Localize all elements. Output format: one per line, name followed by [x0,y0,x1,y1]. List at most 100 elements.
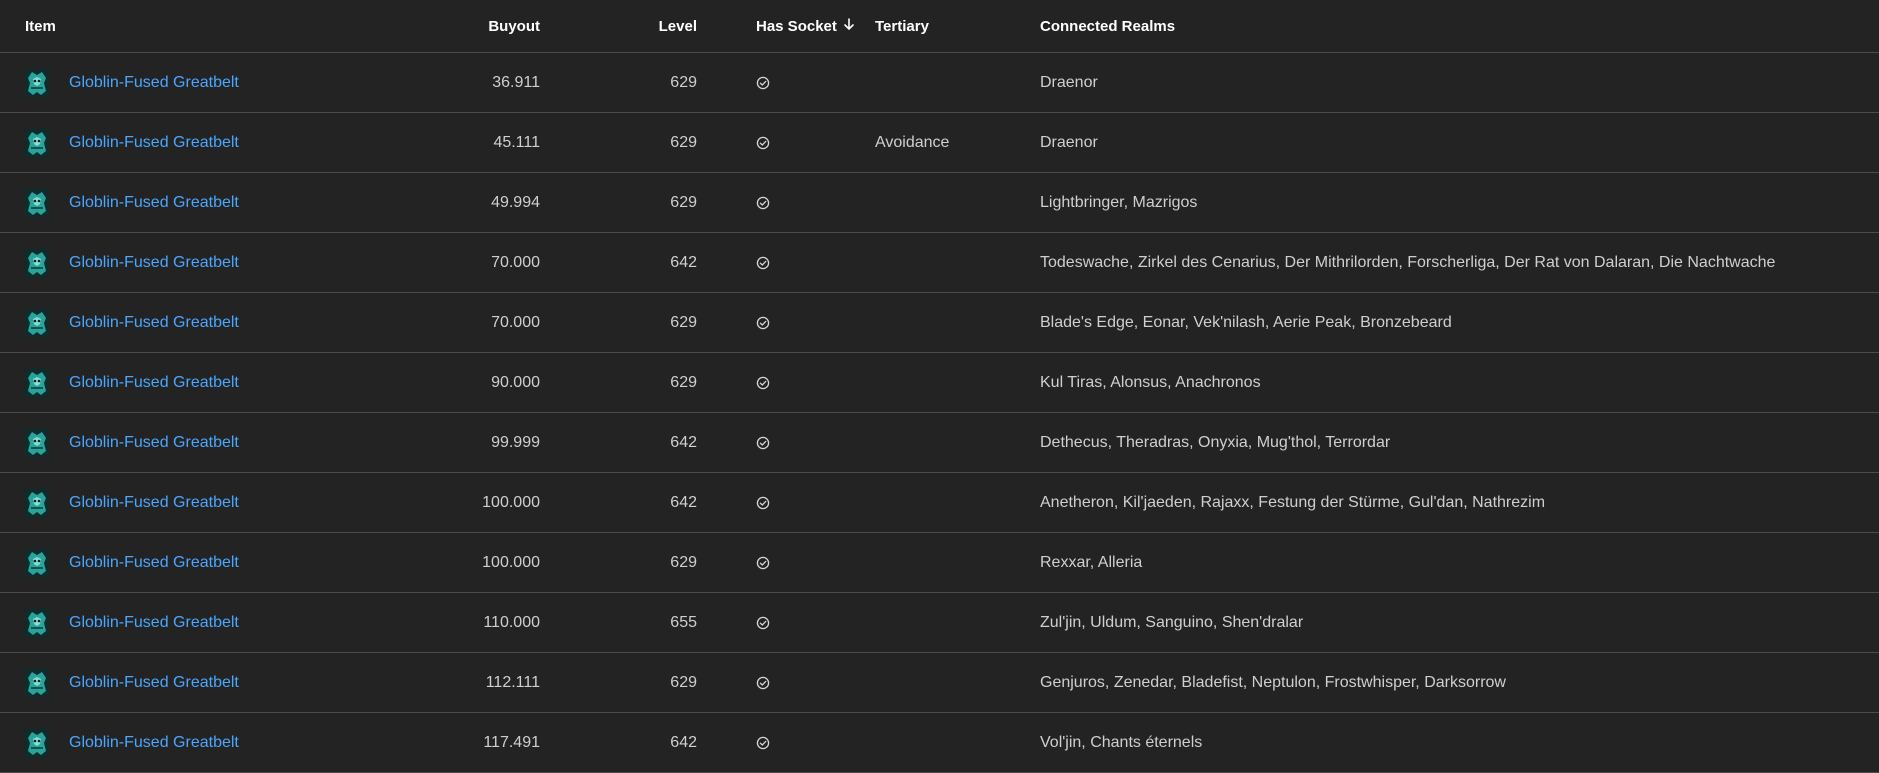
column-header-has-socket[interactable]: Has Socket [697,18,875,35]
has-socket-cell [697,496,875,510]
auction-table: Item Buyout Level Has Socket Tertiary Co… [0,0,1879,773]
check-circle-icon [756,736,770,750]
table-row[interactable]: Globlin-Fused Greatbelt 90.000 629 Kul T… [0,353,1879,413]
level-cell: 642 [670,253,697,271]
item-name-link[interactable]: Globlin-Fused Greatbelt [69,614,239,632]
column-header-item-label[interactable]: Item [25,18,56,35]
item-name-link[interactable]: Globlin-Fused Greatbelt [69,374,239,392]
column-header-connected-realms-label[interactable]: Connected Realms [1040,18,1175,35]
item-cell: Globlin-Fused Greatbelt [0,668,310,697]
has-socket-cell [697,436,875,450]
table-row[interactable]: Globlin-Fused Greatbelt 70.000 642 Todes… [0,233,1879,293]
buyout-cell: 36.911 [492,73,540,91]
connected-realms-cell: Zul'jin, Uldum, Sanguino, Shen'dralar [1040,613,1304,631]
column-header-has-socket-label[interactable]: Has Socket [756,18,837,35]
table-row[interactable]: Globlin-Fused Greatbelt 45.111 629 Avoid… [0,113,1879,173]
table-row[interactable]: Globlin-Fused Greatbelt 110.000 655 Zul'… [0,593,1879,653]
column-header-tertiary[interactable]: Tertiary [875,18,1040,35]
item-name-link[interactable]: Globlin-Fused Greatbelt [69,194,239,212]
table-row[interactable]: Globlin-Fused Greatbelt 70.000 629 Blade… [0,293,1879,353]
item-cell: Globlin-Fused Greatbelt [0,188,310,217]
item-name-link[interactable]: Globlin-Fused Greatbelt [69,134,239,152]
buyout-cell: 110.000 [483,613,540,631]
item-icon[interactable] [25,728,49,757]
connected-realms-cell: Blade's Edge, Eonar, Vek'nilash, Aerie P… [1040,313,1452,331]
connected-realms-cell: Genjuros, Zenedar, Bladefist, Neptulon, … [1040,673,1506,691]
item-cell: Globlin-Fused Greatbelt [0,488,310,517]
tertiary-cell: Avoidance [875,133,950,151]
column-header-level-label[interactable]: Level [659,18,697,35]
level-cell: 642 [670,433,697,451]
level-cell: 629 [670,373,697,391]
table-row[interactable]: Globlin-Fused Greatbelt 112.111 629 Genj… [0,653,1879,713]
connected-realms-cell: Anetheron, Kil'jaeden, Rajaxx, Festung d… [1040,493,1546,511]
connected-realms-cell: Draenor [1040,73,1098,91]
connected-realms-cell: Rexxar, Alleria [1040,553,1143,571]
item-icon[interactable] [25,488,49,517]
has-socket-cell [697,376,875,390]
item-name-link[interactable]: Globlin-Fused Greatbelt [69,554,239,572]
check-circle-icon [756,316,770,330]
item-cell: Globlin-Fused Greatbelt [0,368,310,397]
item-name-link[interactable]: Globlin-Fused Greatbelt [69,434,239,452]
connected-realms-cell: Draenor [1040,133,1098,151]
level-cell: 629 [670,313,697,331]
has-socket-cell [697,556,875,570]
check-circle-icon [756,76,770,90]
table-row[interactable]: Globlin-Fused Greatbelt 36.911 629 Draen… [0,53,1879,113]
table-header: Item Buyout Level Has Socket Tertiary Co… [0,0,1879,53]
item-icon[interactable] [25,248,49,277]
column-header-item[interactable]: Item [0,18,310,35]
has-socket-cell [697,136,875,150]
item-icon[interactable] [25,428,49,457]
table-row[interactable]: Globlin-Fused Greatbelt 117.491 642 Vol'… [0,713,1879,773]
item-name-link[interactable]: Globlin-Fused Greatbelt [69,254,239,272]
item-icon[interactable] [25,188,49,217]
item-icon[interactable] [25,128,49,157]
check-circle-icon [756,496,770,510]
column-header-tertiary-label[interactable]: Tertiary [875,18,929,35]
item-name-link[interactable]: Globlin-Fused Greatbelt [69,734,239,752]
item-icon[interactable] [25,68,49,97]
level-cell: 629 [670,133,697,151]
item-cell: Globlin-Fused Greatbelt [0,428,310,457]
item-name-link[interactable]: Globlin-Fused Greatbelt [69,494,239,512]
column-header-connected-realms[interactable]: Connected Realms [1040,18,1879,35]
item-cell: Globlin-Fused Greatbelt [0,248,310,277]
buyout-cell: 117.491 [483,733,540,751]
column-header-buyout-label[interactable]: Buyout [488,18,540,35]
has-socket-cell [697,676,875,690]
check-circle-icon [756,556,770,570]
item-icon[interactable] [25,548,49,577]
level-cell: 642 [670,493,697,511]
has-socket-cell [697,736,875,750]
arrow-down-icon[interactable] [843,17,855,35]
buyout-cell: 49.994 [491,193,540,211]
level-cell: 629 [670,553,697,571]
item-name-link[interactable]: Globlin-Fused Greatbelt [69,314,239,332]
item-icon[interactable] [25,308,49,337]
table-row[interactable]: Globlin-Fused Greatbelt 100.000 642 Anet… [0,473,1879,533]
item-icon[interactable] [25,368,49,397]
check-circle-icon [756,436,770,450]
item-icon[interactable] [25,668,49,697]
item-cell: Globlin-Fused Greatbelt [0,308,310,337]
item-cell: Globlin-Fused Greatbelt [0,548,310,577]
item-name-link[interactable]: Globlin-Fused Greatbelt [69,674,239,692]
item-cell: Globlin-Fused Greatbelt [0,728,310,757]
connected-realms-cell: Todeswache, Zirkel des Cenarius, Der Mit… [1040,253,1776,271]
check-circle-icon [756,196,770,210]
table-row[interactable]: Globlin-Fused Greatbelt 49.994 629 Light… [0,173,1879,233]
item-cell: Globlin-Fused Greatbelt [0,608,310,637]
connected-realms-cell: Vol'jin, Chants éternels [1040,733,1203,751]
column-header-buyout[interactable]: Buyout [310,18,540,35]
column-header-level[interactable]: Level [540,18,697,35]
check-circle-icon [756,256,770,270]
item-name-link[interactable]: Globlin-Fused Greatbelt [69,74,239,92]
table-row[interactable]: Globlin-Fused Greatbelt 100.000 629 Rexx… [0,533,1879,593]
level-cell: 642 [670,733,697,751]
item-cell: Globlin-Fused Greatbelt [0,68,310,97]
table-row[interactable]: Globlin-Fused Greatbelt 99.999 642 Dethe… [0,413,1879,473]
buyout-cell: 70.000 [491,253,540,271]
item-icon[interactable] [25,608,49,637]
